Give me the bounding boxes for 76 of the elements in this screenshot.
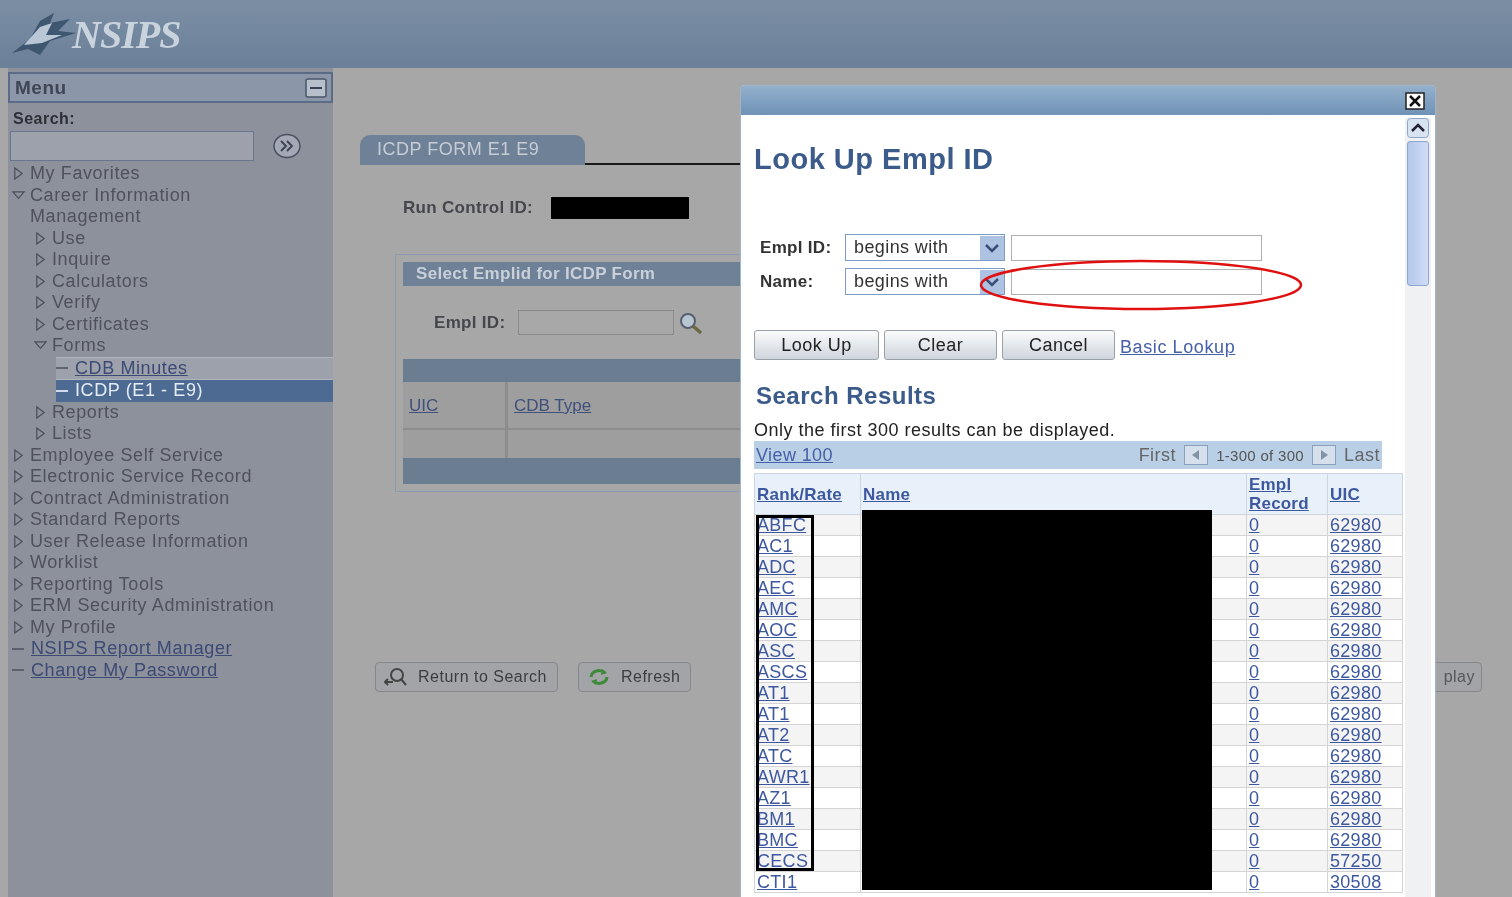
close-button[interactable] <box>1405 91 1425 110</box>
record-link[interactable]: 0 <box>1249 809 1260 829</box>
collapse-button[interactable] <box>305 77 327 98</box>
caret-right-icon[interactable] <box>34 274 47 288</box>
caret-right-icon[interactable] <box>34 317 47 331</box>
caret-right-icon[interactable] <box>34 427 47 440</box>
record-link[interactable]: 0 <box>1249 578 1260 598</box>
dash-icon <box>56 366 68 371</box>
scroll-thumb[interactable] <box>1407 141 1429 286</box>
caret-right-icon[interactable] <box>12 470 25 483</box>
record-link[interactable]: 0 <box>1249 851 1260 871</box>
last-label: Last <box>1343 444 1380 466</box>
record-link[interactable]: 0 <box>1249 746 1260 766</box>
operator-dropdown[interactable]: begins with <box>845 234 1005 261</box>
record-link[interactable]: 0 <box>1249 683 1260 703</box>
next-button[interactable] <box>1311 445 1336 465</box>
search-field[interactable] <box>10 131 254 161</box>
first-label: First <box>1138 444 1177 466</box>
menu-title: Menu <box>15 76 67 99</box>
record-link[interactable]: 0 <box>1249 788 1260 808</box>
logo-text: NSIPS <box>72 10 181 58</box>
record-link[interactable]: 0 <box>1249 536 1260 556</box>
record-link[interactable]: 0 <box>1249 620 1260 640</box>
caret-right-icon[interactable] <box>12 491 25 505</box>
caret-right-icon[interactable] <box>12 534 25 548</box>
dialog-button[interactable]: Clear <box>884 330 997 360</box>
dash-icon <box>56 388 68 393</box>
record-link[interactable]: 0 <box>1249 599 1260 619</box>
caret-right-icon[interactable] <box>34 296 47 309</box>
caret-right-icon[interactable] <box>12 599 25 612</box>
caret-right-icon[interactable] <box>12 448 25 462</box>
record-link[interactable]: 0 <box>1249 767 1260 787</box>
field-label: Empl ID: <box>434 312 506 333</box>
menu-link[interactable]: CDB Minutes <box>56 356 333 379</box>
record-link[interactable]: 0 <box>1249 557 1260 577</box>
caret-down-icon[interactable] <box>34 339 47 352</box>
record-link[interactable]: 0 <box>1249 872 1260 892</box>
search-label: Search: <box>13 110 77 128</box>
record-link[interactable]: 0 <box>1249 662 1260 682</box>
return-button[interactable]: Return to Search <box>375 662 558 692</box>
results-note: Only the first 300 results can be displayed. <box>754 420 1117 441</box>
record-link[interactable]: 0 <box>1249 830 1260 850</box>
menu-link[interactable]: ICDP (E1 - E9) <box>56 379 333 402</box>
operator-dropdown[interactable]: begins with <box>845 268 1005 295</box>
dialog-title: Look Up Empl ID <box>754 142 995 176</box>
run-control-label: Run Control ID: <box>403 198 534 218</box>
caret-right-icon[interactable] <box>12 577 25 591</box>
search-icon <box>384 667 408 687</box>
record-link[interactable]: 0 <box>1249 641 1260 661</box>
caret-right-icon[interactable] <box>12 620 25 634</box>
results-heading: Search Results <box>756 382 938 410</box>
input-field[interactable] <box>1011 268 1262 295</box>
page-range: 1-300 of 300 <box>1216 446 1304 464</box>
previous-button[interactable] <box>1184 445 1209 465</box>
record-link[interactable]: 0 <box>1249 725 1260 745</box>
record-link[interactable]: 0 <box>1249 515 1260 535</box>
caret-right-icon[interactable] <box>34 253 47 266</box>
search-icon[interactable] <box>678 310 705 335</box>
caret-right-icon[interactable] <box>12 167 25 180</box>
input-field[interactable] <box>518 310 675 335</box>
field-label: Empl ID: <box>760 237 833 258</box>
go-button[interactable] <box>272 132 302 160</box>
record-link[interactable]: 0 <box>1249 704 1260 724</box>
dialog-button[interactable]: Cancel <box>1002 330 1115 360</box>
view-link[interactable]: View 100 <box>756 444 833 466</box>
dialog-button[interactable]: Look Up <box>754 330 879 360</box>
caret-down-icon[interactable] <box>12 188 25 202</box>
caret-right-icon[interactable] <box>12 556 25 569</box>
scrollbar[interactable] <box>1405 118 1431 897</box>
caret-right-icon[interactable] <box>34 405 47 419</box>
scroll-up-button[interactable] <box>1407 118 1429 138</box>
caret-right-icon[interactable] <box>12 513 25 526</box>
input-field[interactable] <box>1011 234 1262 261</box>
caret-right-icon[interactable] <box>34 231 47 245</box>
basic-lookup-link[interactable]: Basic Lookup <box>1120 336 1236 358</box>
refresh-button[interactable]: Refresh <box>577 662 692 692</box>
